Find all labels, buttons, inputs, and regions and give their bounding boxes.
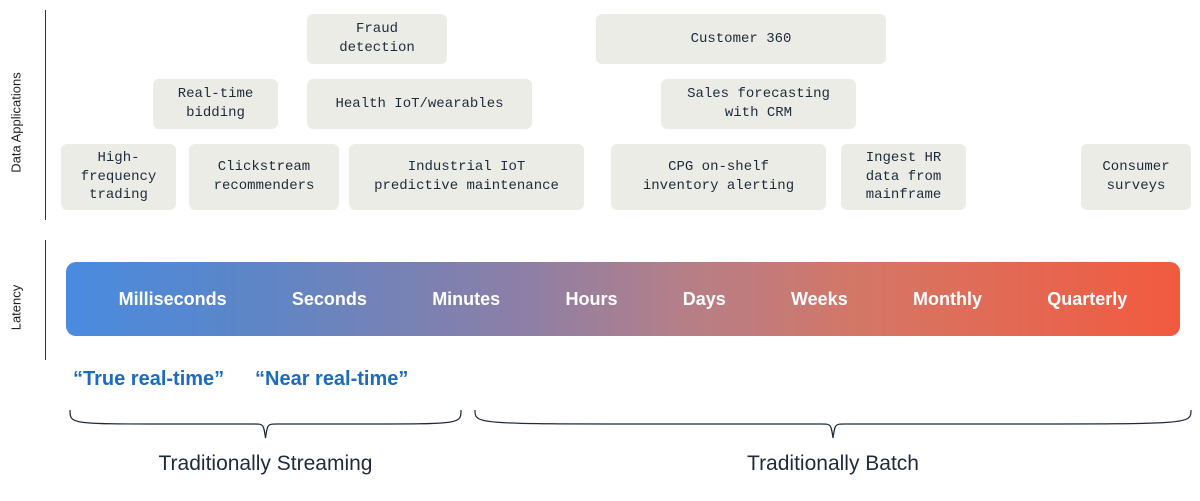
brace-icon [473, 408, 1193, 446]
bracket-streaming: Traditionally Streaming [68, 408, 463, 488]
latency-quarterly: Quarterly [1047, 289, 1127, 310]
latency-seconds: Seconds [292, 289, 367, 310]
app-ingest-hr: Ingest HRdata frommainframe [841, 144, 966, 210]
app-fraud-detection: Frauddetection [307, 14, 447, 64]
app-real-time-bidding: Real-timebidding [153, 79, 278, 129]
app-cpg-alerting: CPG on-shelfinventory alerting [611, 144, 826, 210]
caption-batch: Traditionally Batch [473, 452, 1193, 476]
section-label-apps: Data Applications [9, 72, 24, 172]
brace-icon [68, 408, 463, 446]
latency-milliseconds: Milliseconds [119, 289, 227, 310]
latency-minutes: Minutes [432, 289, 500, 310]
app-high-frequency-trading: High-frequencytrading [61, 144, 176, 210]
section-label-latency: Latency [9, 285, 24, 331]
app-consumer-surveys: Consumersurveys [1081, 144, 1191, 210]
app-clickstream-recommenders: Clickstreamrecommenders [189, 144, 339, 210]
bottom-annotations: “True real-time” “Near real-time” Tradit… [45, 368, 1190, 498]
latency-days: Days [683, 289, 726, 310]
label-near-real-time: “Near real-time” [255, 368, 408, 391]
latency-weeks: Weeks [791, 289, 848, 310]
latency-gradient-bar: Milliseconds Seconds Minutes Hours Days … [66, 262, 1180, 336]
caption-streaming: Traditionally Streaming [68, 452, 463, 476]
bracket-batch: Traditionally Batch [473, 408, 1193, 488]
latency-section: Latency Milliseconds Seconds Minutes Hou… [45, 240, 1190, 360]
app-health-iot: Health IoT/wearables [307, 79, 532, 129]
app-sales-forecasting: Sales forecastingwith CRM [661, 79, 856, 129]
latency-hours: Hours [565, 289, 617, 310]
latency-monthly: Monthly [913, 289, 982, 310]
app-customer-360: Customer 360 [596, 14, 886, 64]
data-applications-section: Data Applications Frauddetection Custome… [45, 10, 1190, 220]
label-true-real-time: “True real-time” [73, 368, 224, 391]
app-industrial-iot: Industrial IoTpredictive maintenance [349, 144, 584, 210]
